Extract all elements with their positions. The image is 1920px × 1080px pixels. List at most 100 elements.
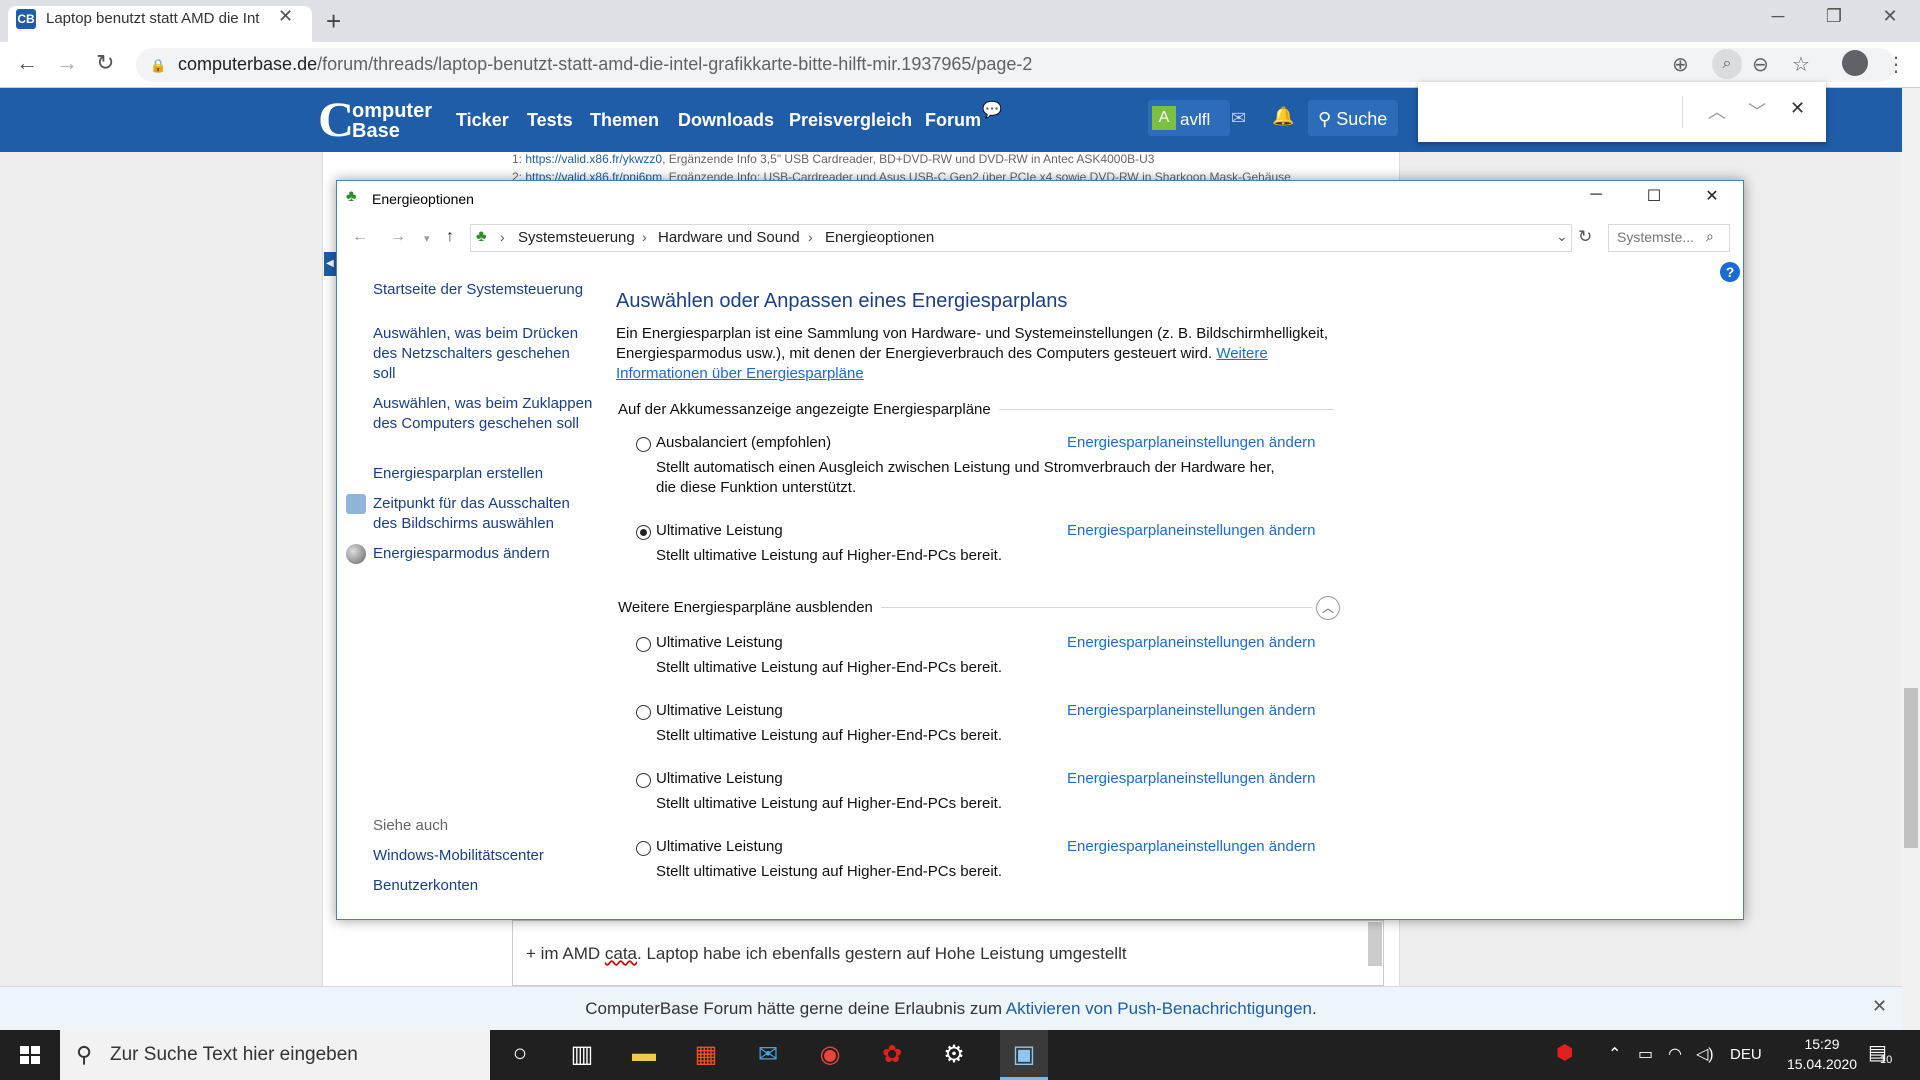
change-plan-settings-link[interactable]: Energiesparplaneinstellungen ändern: [1067, 434, 1316, 451]
link-lid-close-action[interactable]: Auswählen, was beim Zuklappen des Comput…: [373, 394, 593, 434]
sig1-link[interactable]: https://valid.x86.fr/ykwzz0: [525, 152, 662, 166]
find-close-icon[interactable]: ✕: [1790, 98, 1805, 119]
browser-minimize-icon[interactable]: ─: [1758, 6, 1798, 27]
browser-close-icon[interactable]: ✕: [1870, 6, 1910, 27]
change-plan-settings-link[interactable]: Energiesparplaneinstellungen ändern: [1067, 634, 1316, 651]
plan-name[interactable]: Ausbalanciert (empfohlen): [656, 434, 831, 451]
link-control-panel-home[interactable]: Startseite der Systemsteuerung: [373, 280, 593, 300]
chrome-icon[interactable]: ◉: [810, 1040, 850, 1069]
link-mobility-center[interactable]: Windows-Mobilitätscenter: [373, 846, 593, 866]
nav-tests[interactable]: Tests: [527, 110, 573, 131]
window-titlebar[interactable]: [337, 181, 1743, 213]
plan-name[interactable]: Ultimative Leistung: [656, 702, 783, 719]
plan-radio[interactable]: [636, 705, 651, 720]
collapse-caret-icon[interactable]: ◀: [324, 252, 336, 276]
zoom-out-icon[interactable]: ⊖: [1752, 52, 1769, 77]
window-search-icon[interactable]: ⌕: [1706, 228, 1714, 245]
plan-name[interactable]: Ultimative Leistung: [656, 838, 783, 855]
site-search-button[interactable]: ⚲ Suche: [1308, 100, 1398, 136]
battery-icon[interactable]: ▭: [1638, 1044, 1653, 1064]
plan-name[interactable]: Ultimative Leistung: [656, 522, 783, 539]
window-maximize-icon[interactable]: ☐: [1634, 186, 1674, 206]
change-plan-settings-link[interactable]: Energiesparplaneinstellungen ändern: [1067, 838, 1316, 855]
mail-icon[interactable]: ✉: [1231, 108, 1246, 129]
plan-radio[interactable]: [636, 841, 651, 856]
tray-chevron-up-icon[interactable]: ⌃: [1608, 1044, 1621, 1064]
notif-close-icon[interactable]: ✕: [1872, 996, 1887, 1017]
tray-app-icon[interactable]: ⬢: [1556, 1040, 1573, 1065]
address-dropdown-icon[interactable]: ⌄: [1556, 228, 1568, 245]
find-next-icon[interactable]: ﹀: [1748, 98, 1766, 124]
settings-gear-icon[interactable]: ⚙: [934, 1040, 974, 1069]
breadcrumb-bar[interactable]: [470, 224, 1572, 252]
plan-name[interactable]: Ultimative Leistung: [656, 634, 783, 651]
plan-radio[interactable]: [636, 437, 651, 452]
profile-avatar-icon[interactable]: [1842, 50, 1868, 76]
help-icon[interactable]: ?: [1720, 262, 1740, 282]
change-plan-settings-link[interactable]: Energiesparplaneinstellungen ändern: [1067, 702, 1316, 719]
plan-radio[interactable]: [636, 773, 651, 788]
link-user-accounts[interactable]: Benutzerkonten: [373, 876, 593, 896]
forward-arrow-icon[interactable]: →: [56, 50, 78, 76]
page-scrollbar[interactable]: [1902, 88, 1920, 1030]
breadcrumb-hardware-sound[interactable]: Hardware und Sound: [658, 229, 800, 246]
breadcrumb-separator-icon[interactable]: ›: [642, 229, 647, 245]
notif-enable-link[interactable]: Aktivieren von Push-Benachrichtigungen: [1006, 999, 1312, 1018]
reply-text[interactable]: + im AMD cata. Laptop habe ich ebenfalls…: [526, 944, 1127, 964]
window-close-icon[interactable]: ✕: [1692, 186, 1732, 206]
window-back-icon[interactable]: ←: [352, 228, 368, 246]
window-minimize-icon[interactable]: ─: [1576, 186, 1616, 204]
start-button[interactable]: [0, 1030, 60, 1080]
breadcrumb-systemsteuerung[interactable]: Systemsteuerung: [518, 229, 635, 246]
change-plan-settings-link[interactable]: Energiesparplaneinstellungen ändern: [1067, 770, 1316, 787]
lock-icon[interactable]: 🔒: [150, 58, 166, 74]
link-sleep-mode[interactable]: Energiesparmodus ändern: [373, 544, 593, 564]
find-previous-icon[interactable]: ︿: [1708, 98, 1726, 124]
cortana-icon[interactable]: ○: [500, 1040, 540, 1068]
action-center-icon[interactable]: ▤ 10: [1868, 1040, 1892, 1066]
window-forward-icon[interactable]: →: [390, 228, 406, 246]
add-icon[interactable]: ⊕: [1672, 52, 1689, 77]
volume-icon[interactable]: ◁): [1696, 1044, 1714, 1064]
browser-restore-icon[interactable]: ❐: [1814, 6, 1854, 27]
amd-radeon-icon[interactable]: ✿: [872, 1040, 912, 1069]
breadcrumb-energieoptionen[interactable]: Energieoptionen: [825, 229, 934, 246]
file-explorer-icon[interactable]: ▬: [624, 1040, 664, 1068]
tab-close-icon[interactable]: ✕: [278, 6, 293, 27]
task-view-icon[interactable]: ▥: [562, 1040, 602, 1069]
system-clock[interactable]: 15:29 15.04.2020: [1784, 1034, 1860, 1074]
url-text[interactable]: computerbase.de/forum/threads/laptop-ben…: [178, 54, 1032, 75]
window-refresh-icon[interactable]: ↻: [1578, 227, 1592, 247]
plan-radio-selected[interactable]: [636, 525, 651, 540]
nav-forum[interactable]: Forum: [925, 110, 981, 131]
nav-preisvergleich[interactable]: Preisvergleich: [789, 110, 912, 131]
find-in-page-icon[interactable]: ⌕: [1712, 49, 1742, 79]
nav-downloads[interactable]: Downloads: [678, 110, 774, 131]
nav-ticker[interactable]: Ticker: [456, 110, 509, 131]
breadcrumb-separator-icon[interactable]: ›: [808, 229, 813, 245]
group-header-hide-plans[interactable]: Weitere Energiesparpläne ausblenden: [618, 599, 881, 616]
wifi-icon[interactable]: ◠: [1668, 1044, 1682, 1064]
plan-radio[interactable]: [636, 637, 651, 652]
back-arrow-icon[interactable]: ←: [16, 50, 38, 76]
editor-scrollbar[interactable]: [1368, 922, 1382, 966]
language-indicator[interactable]: DEU: [1730, 1046, 1762, 1063]
up-arrow-icon[interactable]: ↑: [446, 228, 454, 246]
link-create-power-plan[interactable]: Energiesparplan erstellen: [373, 464, 593, 484]
new-tab-button[interactable]: +: [326, 6, 341, 37]
bell-icon[interactable]: 🔔: [1272, 106, 1294, 127]
nav-themen[interactable]: Themen: [590, 110, 659, 131]
change-plan-settings-link[interactable]: Energiesparplaneinstellungen ändern: [1067, 522, 1316, 539]
menu-dots-icon[interactable]: ⋮: [1886, 52, 1906, 77]
bookmark-star-icon[interactable]: ☆: [1792, 52, 1810, 77]
breadcrumb-separator-icon[interactable]: ›: [500, 229, 505, 245]
mail-app-icon[interactable]: ✉: [748, 1040, 788, 1069]
link-display-off-time[interactable]: Zeitpunkt für das Ausschalten des Bildsc…: [373, 494, 593, 534]
reload-icon[interactable]: ↻: [96, 50, 114, 76]
recent-locations-icon[interactable]: ▾: [424, 232, 430, 245]
find-input[interactable]: [1432, 96, 1672, 128]
link-power-button-action[interactable]: Auswählen, was beim Drücken des Netzscha…: [373, 324, 593, 384]
page-scrollbar-thumb[interactable]: [1904, 688, 1918, 848]
computerbase-logo[interactable]: C omputer Base: [318, 91, 438, 147]
collapse-chevron-up-icon[interactable]: ︿: [1316, 596, 1340, 620]
